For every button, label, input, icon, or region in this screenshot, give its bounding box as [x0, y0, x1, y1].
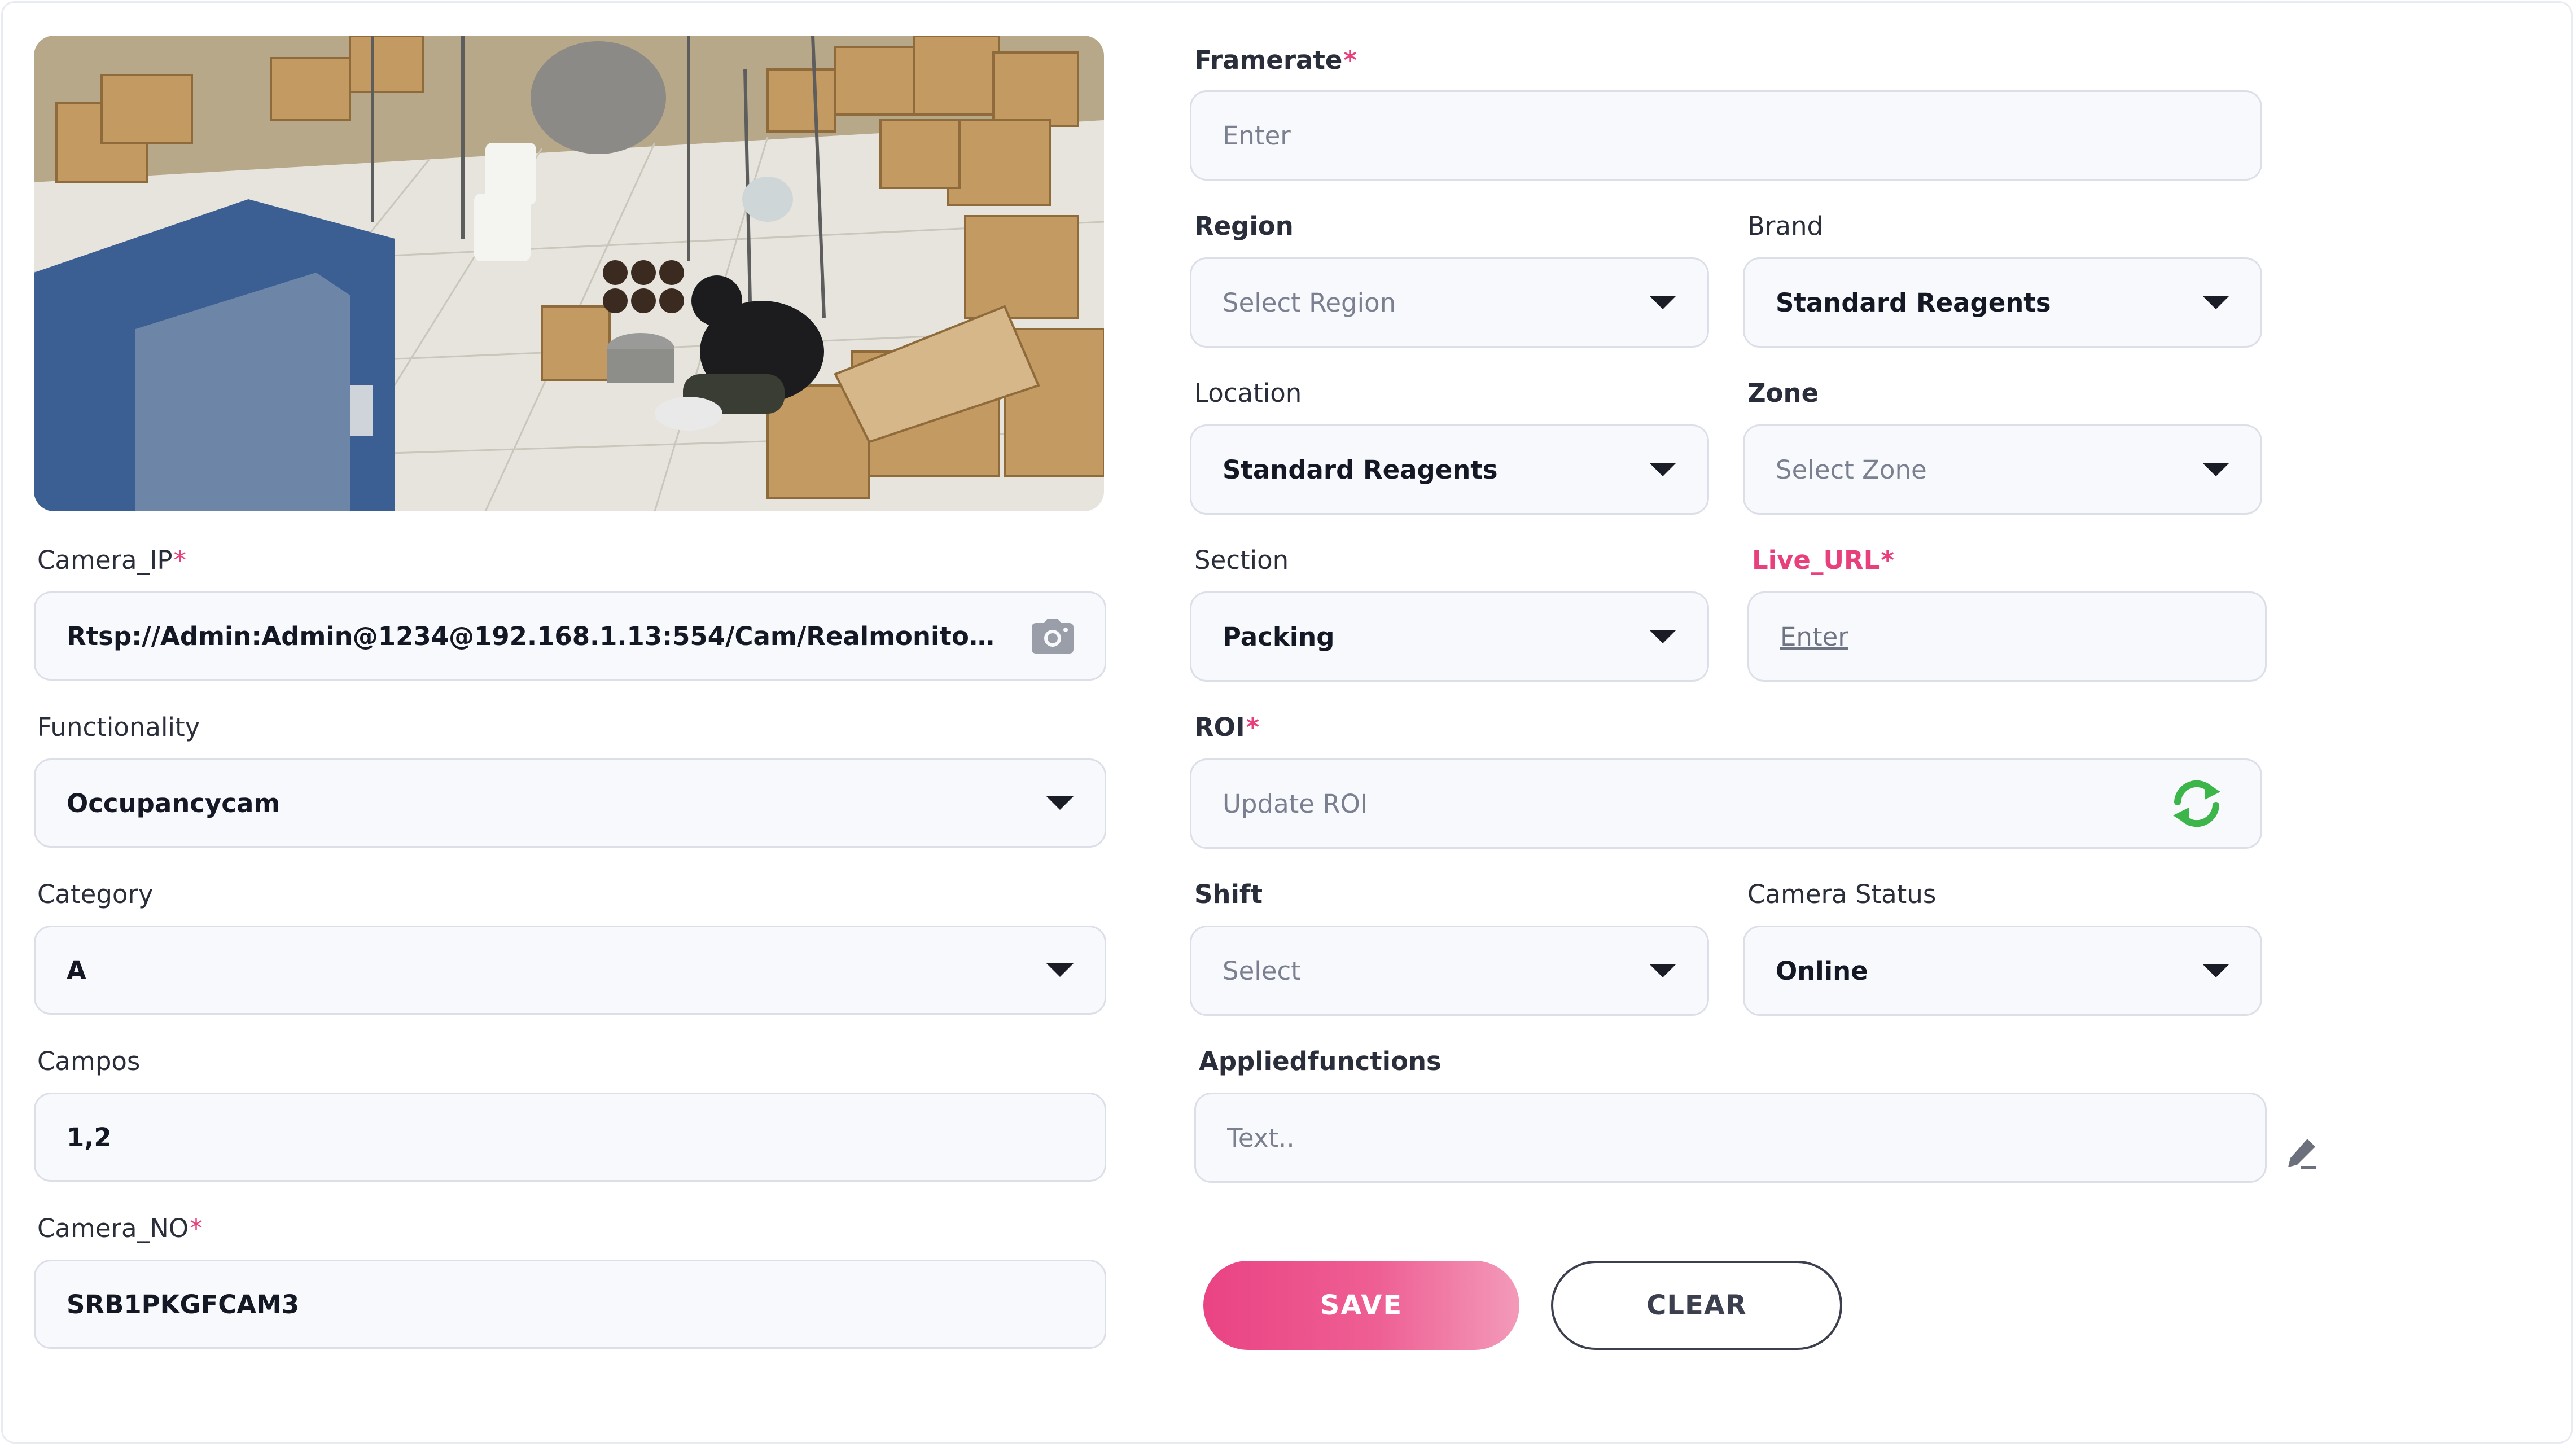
camera-no-input[interactable]: SRB1PKGFCAM3	[34, 1260, 1106, 1349]
appliedfunctions-input[interactable]: Text..	[1194, 1093, 2267, 1183]
location-label: Location	[1194, 378, 1302, 408]
roi-placeholder: Update ROI	[1223, 788, 1368, 819]
shift-label: Shift	[1194, 879, 1263, 909]
zone-placeholder: Select Zone	[1776, 454, 1927, 485]
framerate-placeholder: Enter	[1223, 120, 1291, 151]
appliedfunctions-placeholder: Text..	[1227, 1122, 1295, 1153]
brand-value: Standard Reagents	[1776, 287, 2051, 318]
category-label: Category	[37, 879, 154, 909]
functionality-select[interactable]: Occupancycam	[34, 758, 1106, 848]
campos-label: Campos	[37, 1046, 141, 1076]
clear-button[interactable]: CLEAR	[1551, 1261, 1842, 1350]
location-select[interactable]: Standard Reagents	[1190, 424, 1709, 515]
chevron-down-icon	[2202, 463, 2229, 476]
section-value: Packing	[1223, 621, 1335, 652]
section-select[interactable]: Packing	[1190, 591, 1709, 682]
campos-value: 1,2	[67, 1122, 112, 1152]
chevron-down-icon	[1649, 630, 1676, 643]
camera-status-value: Online	[1776, 955, 1868, 986]
region-label: Region	[1194, 211, 1294, 241]
section-label: Section	[1194, 545, 1289, 575]
chevron-down-icon	[1649, 463, 1676, 476]
category-value: A	[67, 955, 86, 985]
region-select[interactable]: Select Region	[1190, 257, 1709, 348]
camera-no-value: SRB1PKGFCAM3	[67, 1289, 300, 1319]
camera-ip-label: Camera_IP*	[37, 545, 187, 575]
camera-status-select[interactable]: Online	[1743, 926, 2262, 1016]
brand-label: Brand	[1747, 211, 1824, 241]
zone-label: Zone	[1747, 378, 1819, 408]
location-value: Standard Reagents	[1223, 454, 1498, 485]
brand-select[interactable]: Standard Reagents	[1743, 257, 2262, 348]
shift-select[interactable]: Select	[1190, 926, 1709, 1016]
camera-icon[interactable]	[1032, 619, 1074, 654]
roi-label: ROI*	[1194, 712, 1260, 742]
save-button[interactable]: SAVE	[1203, 1261, 1519, 1350]
roi-input[interactable]: Update ROI	[1190, 758, 2262, 849]
camera-status-label: Camera Status	[1747, 879, 1937, 909]
refresh-icon[interactable]	[2170, 779, 2224, 828]
camera-ip-value: Rtsp://Admin:Admin@1234@192.168.1.13:554…	[67, 621, 998, 651]
framerate-label: Framerate*	[1194, 45, 1357, 75]
chevron-down-icon	[1046, 796, 1074, 810]
chevron-down-icon	[1649, 296, 1676, 309]
shift-placeholder: Select	[1223, 955, 1301, 986]
zone-select[interactable]: Select Zone	[1743, 424, 2262, 515]
camera-ip-input[interactable]: Rtsp://Admin:Admin@1234@192.168.1.13:554…	[34, 591, 1106, 681]
framerate-input[interactable]: Enter	[1190, 90, 2262, 181]
appliedfunctions-label: Appliedfunctions	[1199, 1046, 1442, 1076]
edit-pencil-icon[interactable]	[2287, 1138, 2317, 1172]
camera-no-label: Camera_NO*	[37, 1213, 203, 1243]
chevron-down-icon	[2202, 964, 2229, 977]
camera-preview-image	[34, 36, 1104, 511]
campos-input[interactable]: 1,2	[34, 1093, 1106, 1182]
category-select[interactable]: A	[34, 926, 1106, 1015]
chevron-down-icon	[1046, 963, 1074, 977]
live-url-placeholder: Enter	[1780, 621, 1848, 652]
live-url-label: Live_URL*	[1752, 545, 1894, 575]
chevron-down-icon	[2202, 296, 2229, 309]
chevron-down-icon	[1649, 964, 1676, 977]
functionality-value: Occupancycam	[67, 788, 281, 818]
functionality-label: Functionality	[37, 712, 200, 742]
live-url-input[interactable]: Enter	[1747, 591, 2267, 682]
region-placeholder: Select Region	[1223, 287, 1396, 318]
